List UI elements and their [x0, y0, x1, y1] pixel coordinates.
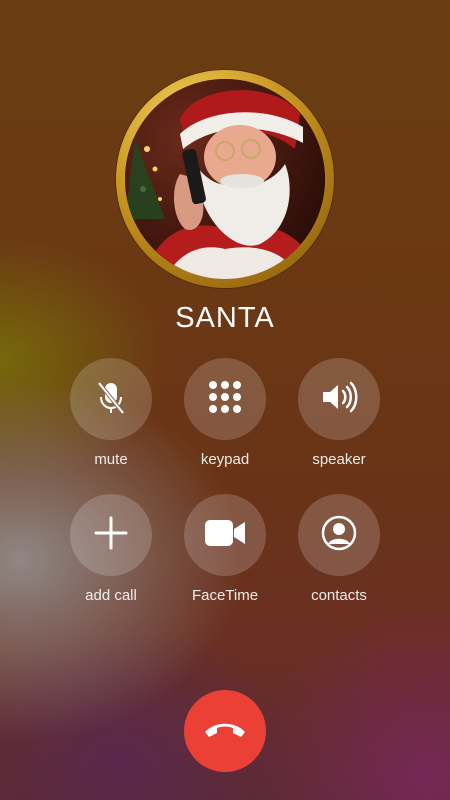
contacts-label: contacts: [311, 587, 367, 604]
contact-photo: [125, 79, 325, 279]
keypad-icon: [205, 377, 245, 422]
mute-button[interactable]: [70, 358, 152, 440]
contact-name: SANTA: [175, 302, 275, 334]
phone-hangup-icon: [203, 719, 247, 744]
speaker-button[interactable]: [298, 358, 380, 440]
speaker-label: speaker: [312, 451, 366, 468]
person-circle-icon: [320, 514, 358, 557]
speaker-icon: [319, 377, 359, 422]
contacts-button[interactable]: [298, 494, 380, 576]
end-call-button[interactable]: [184, 690, 266, 772]
contact-avatar: [116, 70, 334, 288]
video-camera-icon: [204, 518, 246, 553]
keypad-button[interactable]: [184, 358, 266, 440]
mic-off-icon: [91, 377, 131, 422]
plus-icon: [93, 515, 129, 556]
add-call-button[interactable]: [70, 494, 152, 576]
facetime-button[interactable]: [184, 494, 266, 576]
